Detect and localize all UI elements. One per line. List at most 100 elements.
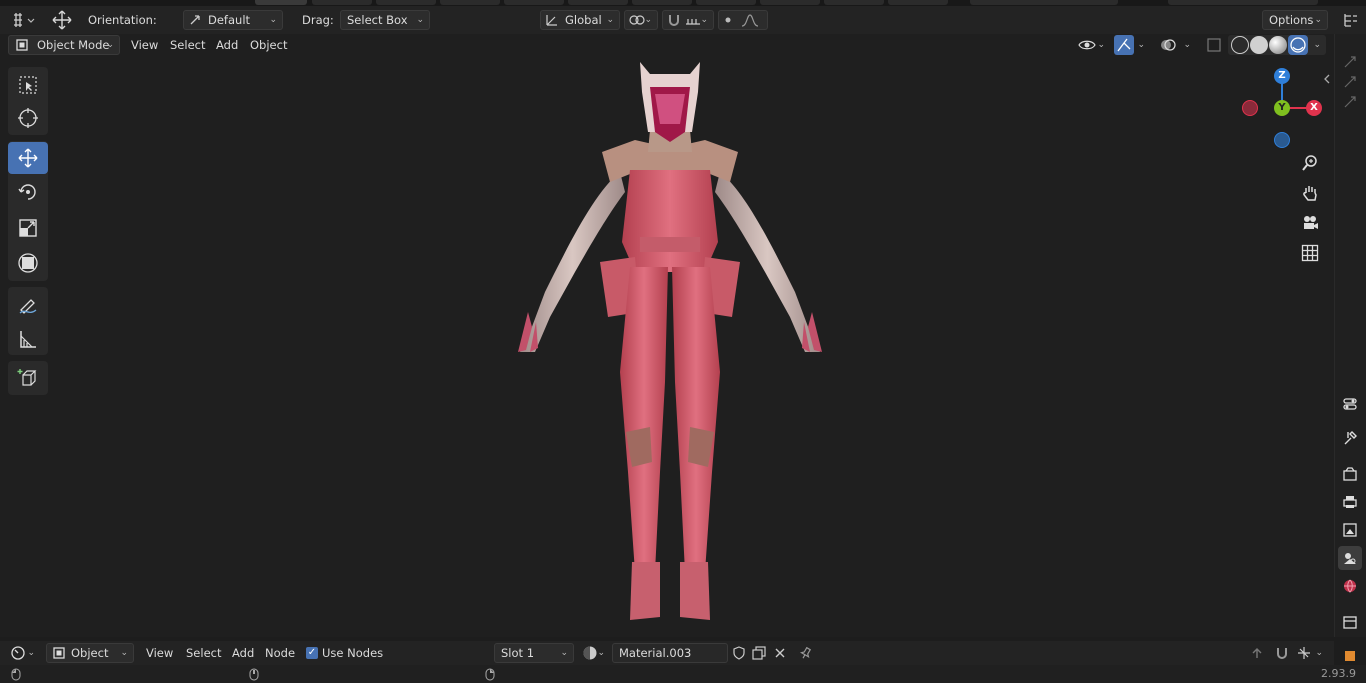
navigation-gizmo[interactable]: Z Y X <box>1240 66 1326 152</box>
workspace-tab[interactable] <box>696 0 756 5</box>
editor-type-icon[interactable] <box>10 10 38 30</box>
workspace-tab[interactable] <box>440 0 500 5</box>
collection-properties-icon[interactable] <box>1338 610 1362 634</box>
chevron-down-icon[interactable]: ⌄ <box>1313 35 1321 55</box>
outliner-restrict-icon[interactable] <box>1340 54 1360 70</box>
parent-node-tree-icon[interactable] <box>1248 644 1266 662</box>
visibility-dropdown[interactable]: ⌄ <box>1076 35 1110 55</box>
options-dropdown[interactable]: Options ⌄ <box>1262 10 1328 30</box>
y-axis-handle[interactable]: Y <box>1274 100 1290 116</box>
magnet-icon <box>667 13 681 27</box>
material-preview-icon[interactable] <box>1269 36 1287 54</box>
chevron-down-icon: ⌄ <box>644 15 652 25</box>
mode-dropdown[interactable]: Object Mode ⌄ <box>8 35 120 55</box>
output-properties-icon[interactable] <box>1338 490 1362 514</box>
workspace-tab[interactable] <box>376 0 436 5</box>
scene-properties-icon[interactable] <box>1338 546 1362 570</box>
view-menu[interactable]: View <box>140 643 179 663</box>
workspace-tab-active[interactable] <box>255 0 307 5</box>
character-model[interactable] <box>500 52 840 627</box>
material-browse-dropdown[interactable]: ⌄ <box>580 643 610 663</box>
material-name-field[interactable]: Material.003 <box>612 643 728 663</box>
annotate-tool[interactable] <box>8 289 48 321</box>
camera-view-icon[interactable] <box>1297 210 1323 236</box>
add-menu[interactable]: Add <box>210 35 244 55</box>
overlays-icon <box>1158 36 1178 54</box>
negative-x-handle[interactable] <box>1242 100 1258 116</box>
workspace-tab[interactable] <box>568 0 628 5</box>
add-menu[interactable]: Add <box>226 643 260 663</box>
use-nodes-label: Use Nodes <box>322 646 384 660</box>
use-nodes-checkbox[interactable]: ✓ Use Nodes <box>300 643 389 663</box>
mouse-right-icon <box>484 667 496 681</box>
world-properties-icon[interactable] <box>1338 574 1362 598</box>
sidebar-expand-icon[interactable] <box>1322 72 1332 86</box>
tool-header: Orientation: Default ⌄ Drag: Select Box … <box>0 6 1366 34</box>
node-snap-magnet-icon[interactable] <box>1272 644 1292 662</box>
workspace-tab[interactable] <box>760 0 820 5</box>
pin-icon[interactable] <box>797 644 815 662</box>
object-menu[interactable]: Object <box>244 35 293 55</box>
chevron-down-icon: ⌄ <box>1097 40 1105 50</box>
move-tool-icon[interactable] <box>50 9 74 31</box>
select-box-tool[interactable] <box>8 69 48 101</box>
slot-dropdown[interactable]: Slot 1 ⌄ <box>494 643 574 663</box>
add-cube-tool[interactable] <box>8 362 48 394</box>
grid-snap-icon <box>1296 645 1312 661</box>
pivot-icon <box>629 13 645 27</box>
view-menu[interactable]: View <box>125 35 164 55</box>
measure-tool[interactable] <box>8 323 48 355</box>
select-menu[interactable]: Select <box>164 35 211 55</box>
duplicate-material-icon[interactable] <box>750 644 768 662</box>
select-menu[interactable]: Select <box>180 643 227 663</box>
properties-options-icon[interactable] <box>1338 392 1362 416</box>
transform-tool[interactable] <box>8 247 48 279</box>
rotate-tool[interactable] <box>8 176 48 208</box>
orientation-value: Default <box>208 13 251 27</box>
transform-orientation-dropdown[interactable]: Global ⌄ <box>540 10 620 30</box>
workspace-tab[interactable] <box>888 0 948 5</box>
render-properties-icon[interactable] <box>1338 462 1362 486</box>
cursor-tool[interactable] <box>8 102 48 134</box>
scale-tool[interactable] <box>8 212 48 244</box>
view-layer-selector[interactable] <box>1168 0 1318 5</box>
zoom-icon[interactable] <box>1297 150 1323 176</box>
orientation-dropdown[interactable]: Default ⌄ <box>183 10 283 30</box>
x-axis-handle[interactable]: X <box>1306 100 1322 116</box>
solid-shading-icon[interactable] <box>1250 36 1268 54</box>
shader-type-dropdown[interactable]: Object ⌄ <box>46 643 134 663</box>
workspace-tab[interactable] <box>504 0 564 5</box>
snap-element-dropdown[interactable]: ⌄ <box>1294 643 1328 663</box>
negative-z-handle[interactable] <box>1274 132 1290 148</box>
snap-increment-icon <box>685 13 701 27</box>
perspective-grid-icon[interactable] <box>1297 240 1323 266</box>
outliner-restrict-icon[interactable] <box>1340 74 1360 90</box>
unlink-material-icon[interactable] <box>771 644 789 662</box>
view-layer-properties-icon[interactable] <box>1338 518 1362 542</box>
workspace-tab[interactable] <box>312 0 372 5</box>
snapping-toggle[interactable]: ⌄ <box>662 10 714 30</box>
tool-properties-icon[interactable] <box>1338 426 1362 450</box>
outliner-restrict-icon[interactable] <box>1340 94 1360 110</box>
global-axes-icon <box>545 13 559 27</box>
workspace-tab[interactable] <box>824 0 884 5</box>
scene-selector[interactable] <box>970 0 1118 5</box>
drag-dropdown[interactable]: Select Box ⌄ <box>340 10 430 30</box>
xray-toggle-icon[interactable] <box>1204 36 1224 54</box>
wireframe-shading-icon[interactable] <box>1231 36 1249 54</box>
gizmo-toggle[interactable]: ⌄ <box>1114 35 1150 55</box>
move-tool[interactable] <box>8 142 48 174</box>
workspace-tab[interactable] <box>632 0 692 5</box>
pivot-point-dropdown[interactable]: ⌄ <box>624 10 658 30</box>
outliner-toggle-icon[interactable] <box>1340 10 1362 30</box>
chevron-down-icon: ⌄ <box>269 15 277 25</box>
overlays-toggle[interactable]: ⌄ <box>1156 35 1196 55</box>
rendered-shading-icon[interactable] <box>1288 35 1308 55</box>
pan-hand-icon[interactable] <box>1297 180 1323 206</box>
editor-type-dropdown[interactable]: ⌄ <box>8 643 40 663</box>
fake-user-shield-icon[interactable] <box>730 644 748 662</box>
node-menu[interactable]: Node <box>259 643 301 663</box>
mode-value: Object Mode <box>37 38 110 52</box>
proportional-editing-toggle[interactable] <box>718 10 768 30</box>
z-axis-handle[interactable]: Z <box>1274 68 1290 84</box>
